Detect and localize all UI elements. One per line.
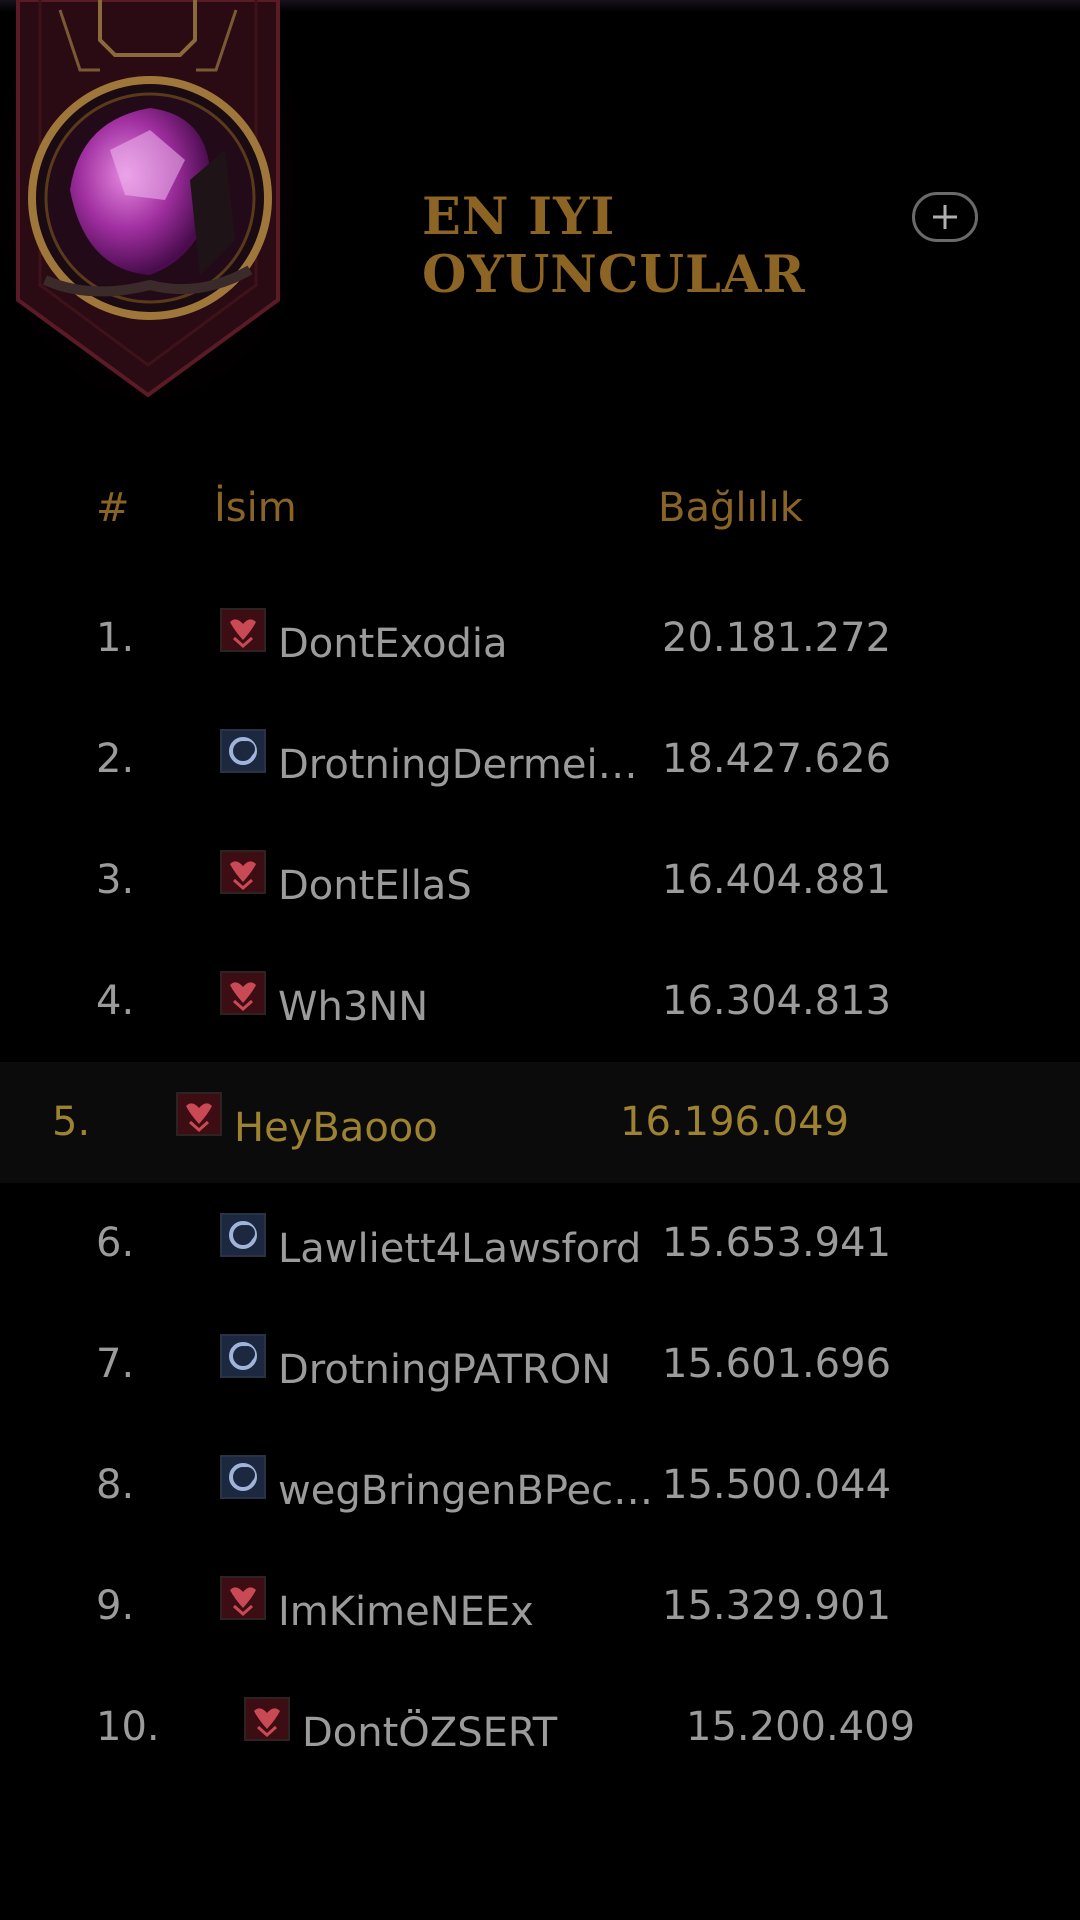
- blue-faction-icon: [220, 1455, 266, 1499]
- player-name: DontExodia: [278, 621, 508, 667]
- rank-number: 4.: [96, 978, 135, 1024]
- leaderboard-row-current-player[interactable]: 5. HeyBaooo 16.196.049: [0, 1062, 1080, 1183]
- score-value: 16.196.049: [620, 1099, 850, 1145]
- red-faction-icon: [220, 1576, 266, 1620]
- player-name: HeyBaooo: [234, 1105, 438, 1151]
- leaderboard-row[interactable]: 1. DontExodia 20.181.272: [0, 578, 1080, 699]
- rank-number: 1.: [96, 615, 135, 661]
- leaderboard-row[interactable]: 9. ImKimeNEEx 15.329.901: [0, 1546, 1080, 1667]
- table-header: # İsim Bağlılık: [0, 478, 1080, 538]
- blue-faction-icon: [220, 1213, 266, 1257]
- player-name: DrotningDermeist...: [278, 742, 656, 788]
- column-header-score: Bağlılık: [658, 485, 803, 531]
- faction-crest-banner: [0, 0, 300, 410]
- red-faction-icon: [176, 1092, 222, 1136]
- player-name: Lawliett4Lawsford: [278, 1226, 642, 1272]
- player-name: DontÖZSERT: [302, 1710, 558, 1756]
- leaderboard-row[interactable]: 6. Lawliett4Lawsford 15.653.941: [0, 1183, 1080, 1304]
- score-value: 15.653.941: [662, 1220, 892, 1266]
- add-button[interactable]: [912, 192, 978, 242]
- leaderboard-row[interactable]: 3. DontEllaS 16.404.881: [0, 820, 1080, 941]
- rank-number: 10.: [96, 1704, 160, 1750]
- rank-number: 2.: [96, 736, 135, 782]
- score-value: 15.500.044: [662, 1462, 892, 1508]
- red-faction-icon: [220, 971, 266, 1015]
- leaderboard-row[interactable]: 7. DrotningPATRON 15.601.696: [0, 1304, 1080, 1425]
- column-header-name: İsim: [214, 485, 297, 531]
- rank-number: 3.: [96, 857, 135, 903]
- red-faction-icon: [244, 1697, 290, 1741]
- player-name: wegBringenBPeces: [278, 1468, 656, 1514]
- title-line-2: OYUNCULAR: [422, 245, 806, 305]
- blue-faction-icon: [220, 1334, 266, 1378]
- player-name: ImKimeNEEx: [278, 1589, 534, 1635]
- rank-number: 5.: [52, 1099, 91, 1145]
- score-value: 15.329.901: [662, 1583, 892, 1629]
- score-value: 18.427.626: [662, 736, 892, 782]
- leaderboard-row[interactable]: 10. DontÖZSERT 15.200.409: [0, 1667, 1080, 1788]
- player-name: Wh3NN: [278, 984, 429, 1030]
- blue-faction-icon: [220, 729, 266, 773]
- rank-number: 9.: [96, 1583, 135, 1629]
- rank-number: 7.: [96, 1341, 135, 1387]
- leaderboard-list: 1. DontExodia 20.181.272 2. DrotningDerm…: [0, 578, 1080, 1788]
- red-faction-icon: [220, 608, 266, 652]
- column-header-rank: #: [96, 485, 130, 531]
- score-value: 15.601.696: [662, 1341, 892, 1387]
- rank-number: 6.: [96, 1220, 135, 1266]
- rank-number: 8.: [96, 1462, 135, 1508]
- red-faction-icon: [220, 850, 266, 894]
- title-line-1: EN IYI: [422, 187, 616, 247]
- leaderboard-row[interactable]: 4. Wh3NN 16.304.813: [0, 941, 1080, 1062]
- score-value: 20.181.272: [662, 615, 892, 661]
- player-name: DrotningPATRON: [278, 1347, 612, 1393]
- plus-icon: [933, 205, 957, 229]
- page-title: EN IYI OYUNCULAR: [422, 188, 806, 304]
- score-value: 16.304.813: [662, 978, 892, 1024]
- score-value: 15.200.409: [686, 1704, 916, 1750]
- player-name: DontEllaS: [278, 863, 472, 909]
- leaderboard-row[interactable]: 2. DrotningDermeist... 18.427.626: [0, 699, 1080, 820]
- score-value: 16.404.881: [662, 857, 892, 903]
- leaderboard-row[interactable]: 8. wegBringenBPeces 15.500.044: [0, 1425, 1080, 1546]
